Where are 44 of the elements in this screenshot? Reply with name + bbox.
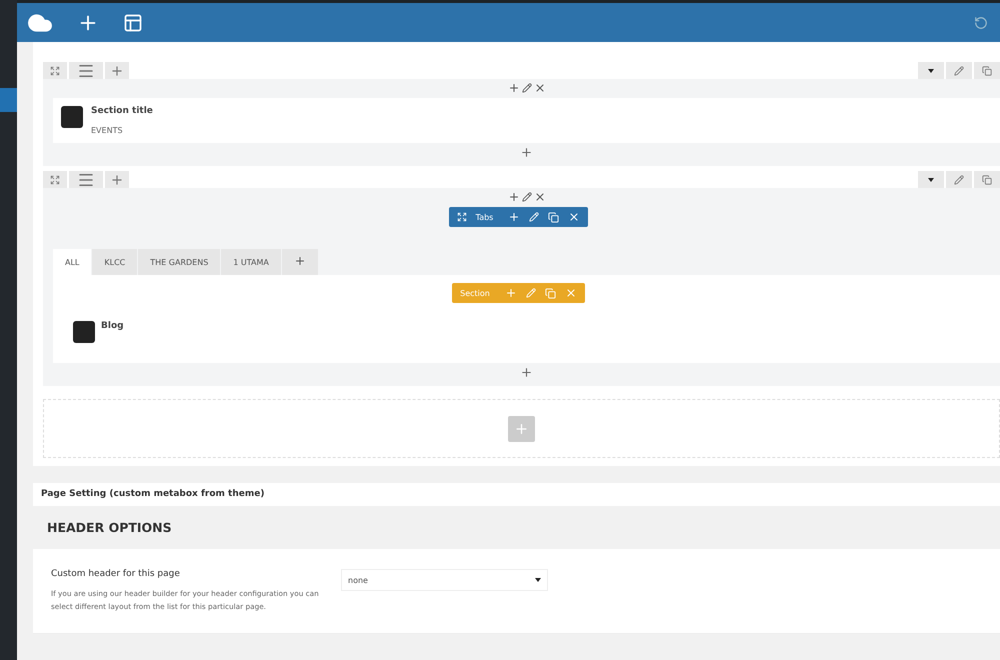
add-icon[interactable]: [520, 146, 533, 159]
edit-icon[interactable]: [522, 192, 532, 202]
layout-icon[interactable]: [123, 12, 143, 32]
add-icon[interactable]: [105, 62, 129, 79]
undo-icon[interactable]: [974, 16, 988, 30]
add-icon[interactable]: [508, 82, 520, 94]
add-icon[interactable]: [508, 211, 520, 223]
move-icon[interactable]: [43, 171, 67, 188]
element-card[interactable]: Section title EVENTS: [53, 98, 1000, 143]
tab[interactable]: 1 UTAMA: [221, 249, 281, 275]
add-icon[interactable]: [508, 191, 520, 203]
close-icon[interactable]: [534, 191, 546, 203]
tab[interactable]: ALL: [53, 249, 92, 275]
add-icon: [294, 255, 306, 267]
field-label: Custom header for this page: [51, 569, 181, 579]
header-select[interactable]: none: [341, 569, 548, 591]
element-title: Blog: [101, 321, 124, 333]
move-icon[interactable]: [43, 62, 67, 79]
caret-icon[interactable]: [918, 62, 944, 79]
copy-icon[interactable]: [548, 212, 560, 222]
edit-icon[interactable]: [946, 62, 972, 79]
element-icon: [73, 321, 95, 343]
element-icon: [61, 106, 83, 128]
active-menu-marker: [0, 88, 17, 112]
tabs-label: Tabs: [476, 212, 494, 222]
layout-icon[interactable]: [69, 62, 103, 79]
caret-icon[interactable]: [918, 171, 944, 188]
copy-icon[interactable]: [974, 171, 1000, 188]
move-icon[interactable]: [456, 212, 467, 222]
layout-icon[interactable]: [69, 171, 103, 188]
element-title: Section title: [91, 106, 153, 116]
metabox-title: Page Setting (custom metabox from theme): [33, 483, 1000, 506]
copy-icon[interactable]: [974, 62, 1000, 79]
tab[interactable]: THE GARDENS: [138, 249, 220, 275]
section-heading: HEADER OPTIONS: [46, 519, 173, 537]
add-icon[interactable]: [520, 366, 533, 379]
add-icon[interactable]: [105, 171, 129, 188]
element-subtitle: EVENTS: [91, 126, 124, 135]
edit-icon[interactable]: [522, 83, 532, 93]
section-label: Section: [460, 288, 490, 298]
tab[interactable]: KLCC: [92, 249, 138, 275]
close-icon[interactable]: [568, 211, 580, 223]
close-icon[interactable]: [534, 82, 546, 94]
edit-icon[interactable]: [946, 171, 972, 188]
